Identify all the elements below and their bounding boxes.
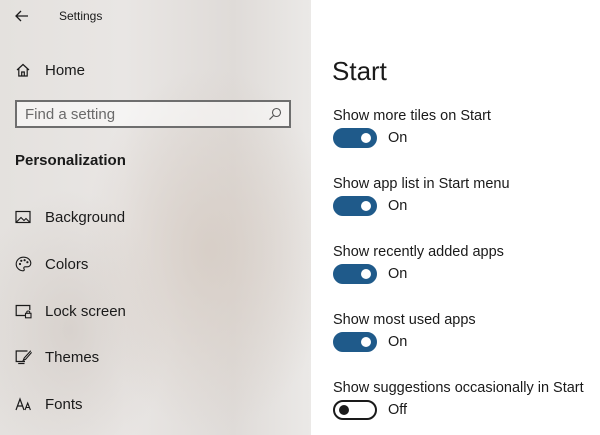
setting-label: Show recently added apps xyxy=(333,244,504,260)
nav-lock-screen-label: Lock screen xyxy=(45,302,126,320)
content-pane: Start Show more tiles on Start On Show a… xyxy=(311,0,600,435)
setting-more-tiles: Show more tiles on Start On xyxy=(333,108,598,168)
toggle-row: On xyxy=(333,128,407,148)
nav-themes[interactable]: Themes xyxy=(0,339,311,375)
fonts-icon xyxy=(14,395,32,413)
setting-most-used: Show most used apps On xyxy=(333,312,598,372)
toggle-switch[interactable] xyxy=(333,264,377,284)
toggle-knob xyxy=(361,133,371,143)
toggle-switch[interactable] xyxy=(333,196,377,216)
nav-colors-label: Colors xyxy=(45,255,89,273)
section-heading: Personalization xyxy=(15,152,126,169)
setting-label: Show app list in Start menu xyxy=(333,176,510,192)
nav-fonts-label: Fonts xyxy=(45,395,83,413)
toggle-state-label: On xyxy=(388,198,408,214)
search-input[interactable] xyxy=(25,102,265,126)
toggle-row: On xyxy=(333,332,407,352)
setting-label: Show more tiles on Start xyxy=(333,108,491,124)
home-icon xyxy=(14,61,32,79)
nav-colors[interactable]: Colors xyxy=(0,246,311,282)
setting-label: Show most used apps xyxy=(333,312,476,328)
setting-recently-added: Show recently added apps On xyxy=(333,244,598,304)
toggle-state-label: On xyxy=(388,130,408,146)
app-title: Settings xyxy=(59,9,103,23)
image-icon xyxy=(14,208,32,226)
palette-icon xyxy=(14,255,32,273)
toggle-state-label: Off xyxy=(388,402,408,418)
search-box xyxy=(15,100,291,128)
toggle-row: On xyxy=(333,264,407,284)
back-arrow-icon xyxy=(15,10,28,22)
nav-background[interactable]: Background xyxy=(0,199,311,235)
back-button[interactable] xyxy=(8,4,36,28)
toggle-knob xyxy=(361,269,371,279)
toggle-knob xyxy=(339,405,349,415)
toggle-row: On xyxy=(333,196,407,216)
toggle-knob xyxy=(361,201,371,211)
setting-app-list: Show app list in Start menu On xyxy=(333,176,598,236)
nav-background-label: Background xyxy=(45,208,126,226)
themes-icon xyxy=(14,348,32,366)
nav-home[interactable]: Home xyxy=(0,52,311,88)
title-bar: Settings xyxy=(0,0,311,32)
toggle-knob xyxy=(361,337,371,347)
sidebar: Settings Home Personalization xyxy=(0,0,311,435)
toggle-state-label: On xyxy=(388,334,408,350)
page-title: Start xyxy=(332,56,387,86)
setting-label: Show suggestions occasionally in Start xyxy=(333,380,584,396)
toggle-switch[interactable] xyxy=(333,128,377,148)
nav-lock-screen[interactable]: Lock screen xyxy=(0,293,311,329)
toggle-row: Off xyxy=(333,400,407,420)
settings-window: Settings Home Personalization xyxy=(0,0,600,435)
lock-screen-icon xyxy=(14,302,32,320)
toggle-switch[interactable] xyxy=(333,400,377,420)
nav-fonts[interactable]: Fonts xyxy=(0,386,311,422)
toggle-state-label: On xyxy=(388,266,408,282)
setting-suggestions: Show suggestions occasionally in Start O… xyxy=(333,380,598,435)
nav-home-label: Home xyxy=(45,61,86,79)
toggle-switch[interactable] xyxy=(333,332,377,352)
search-icon[interactable] xyxy=(268,107,282,121)
nav-themes-label: Themes xyxy=(45,348,100,366)
